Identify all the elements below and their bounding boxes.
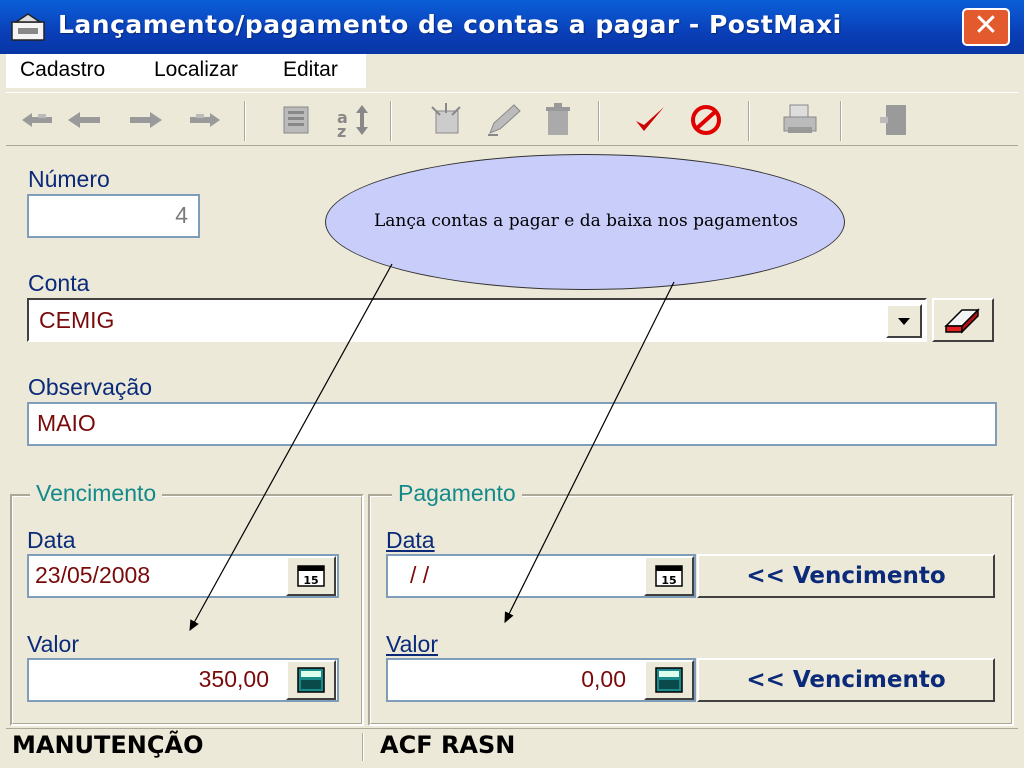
menu-editar[interactable]: Editar (283, 58, 338, 82)
chevron-down-icon (898, 318, 910, 325)
title-bar[interactable]: Lançamento/pagamento de contas a pagar -… (0, 0, 1024, 54)
pagamento-calculator-button[interactable] (644, 660, 694, 700)
numero-label: Número (28, 166, 110, 192)
menu-cadastro[interactable]: Cadastro (20, 58, 105, 82)
app-window: Lançamento/pagamento de contas a pagar -… (0, 0, 1024, 768)
calculator-icon (297, 667, 325, 693)
eraser-icon (944, 308, 980, 334)
vencimento-calendar-button[interactable]: 15 (286, 556, 336, 596)
vencimento-data-label: Data (27, 527, 76, 553)
first-record-icon[interactable] (18, 101, 58, 139)
last-record-icon[interactable] (184, 101, 224, 139)
pagamento-data-label: Data (386, 527, 435, 553)
toolbar-separator (244, 101, 246, 141)
next-record-icon[interactable] (126, 101, 166, 139)
new-icon[interactable] (426, 101, 466, 139)
find-icon[interactable] (276, 101, 316, 139)
svg-text:15: 15 (661, 574, 676, 587)
callout-text: Lança contas a pagar e da baixa nos paga… (373, 211, 799, 231)
pagamento-title: Pagamento (392, 480, 522, 507)
toolbar-separator (840, 101, 842, 141)
menu-bar: Cadastro Localizar Editar (6, 54, 1018, 88)
numero-field[interactable]: 4 (27, 194, 200, 238)
pagamento-calendar-button[interactable]: 15 (644, 556, 694, 596)
copy-due-value-button[interactable]: << Vencimento (697, 658, 995, 702)
exit-icon[interactable] (876, 101, 916, 139)
vencimento-valor-label: Valor (27, 631, 79, 657)
sort-icon[interactable]: a z (334, 101, 374, 139)
edit-icon[interactable] (484, 101, 524, 139)
status-mode: MANUTENÇÃO (12, 731, 204, 759)
toolbar-separator (598, 101, 600, 141)
print-icon[interactable] (780, 101, 820, 139)
cancel-icon[interactable] (686, 101, 726, 139)
svg-text:z: z (337, 122, 346, 139)
status-flags: ACF RASN (380, 731, 516, 759)
conta-combobox[interactable]: CEMIG (27, 298, 927, 342)
status-bar: MANUTENÇÃO ACF RASN (6, 728, 1018, 762)
delete-icon[interactable] (538, 101, 578, 139)
vencimento-title: Vencimento (30, 480, 163, 507)
callout-bubble: Lança contas a pagar e da baixa nos paga… (325, 154, 845, 290)
vencimento-calculator-button[interactable] (286, 660, 336, 700)
calendar-icon: 15 (297, 565, 325, 587)
calendar-icon: 15 (655, 565, 683, 587)
status-separator (362, 733, 364, 761)
app-icon (11, 13, 45, 41)
calculator-icon (655, 667, 683, 693)
confirm-icon[interactable] (630, 101, 670, 139)
previous-record-icon[interactable] (64, 101, 104, 139)
observacao-label: Observação (28, 374, 153, 400)
conta-dropdown-button[interactable] (886, 304, 922, 338)
conta-label: Conta (28, 270, 90, 296)
svg-text:15: 15 (303, 574, 318, 587)
menu-bar-filler (366, 54, 1018, 88)
toolbar-separator (390, 101, 392, 141)
toolbar-separator (748, 101, 750, 141)
close-button[interactable]: ✕ (962, 8, 1010, 46)
close-icon: ✕ (973, 8, 999, 43)
observacao-field[interactable]: MAIO (27, 402, 997, 446)
pagamento-valor-label: Valor (386, 631, 438, 657)
toolbar: a z (6, 92, 1018, 146)
menu-localizar[interactable]: Localizar (154, 58, 238, 82)
copy-due-date-button[interactable]: << Vencimento (697, 554, 995, 598)
window-title: Lançamento/pagamento de contas a pagar -… (58, 10, 842, 39)
conta-lookup-button[interactable] (932, 298, 994, 342)
menu-strip: Cadastro Localizar Editar (6, 54, 366, 88)
